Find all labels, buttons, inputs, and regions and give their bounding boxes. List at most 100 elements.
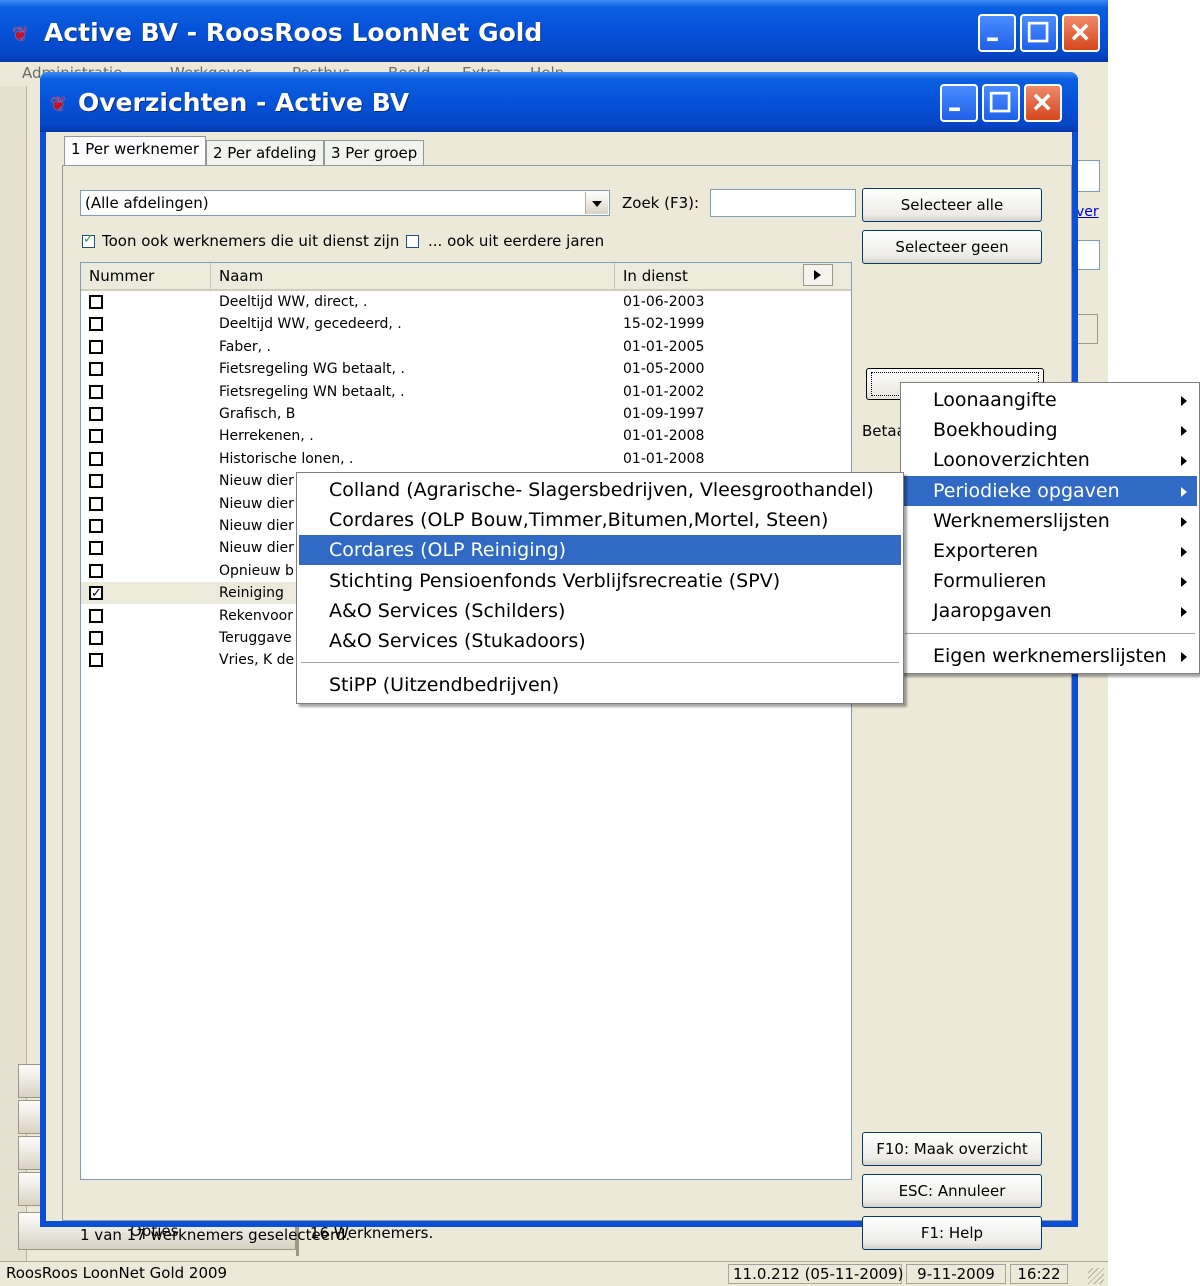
overview-menu-item[interactable]: Periodieke opgaven [903,475,1197,506]
status-time: 16:22 [1010,1264,1068,1284]
periodic-submenu-item[interactable]: A&O Services (Schilders) [299,596,901,626]
periodic-submenu-item[interactable]: Cordares (OLP Bouw,Timmer,Bitumen,Mortel… [299,505,901,535]
dialog-maximize-button[interactable] [982,84,1020,122]
tab-per-groep[interactable]: 3 Per groep [324,140,425,166]
make-overview-button[interactable]: F10: Maak overzicht [862,1132,1042,1166]
table-row[interactable]: Grafisch, B 01-09-1997 [81,403,851,425]
row-checkbox[interactable] [89,429,103,444]
department-select[interactable]: (Alle afdelingen) [80,190,610,216]
resize-grip[interactable] [1088,1268,1104,1284]
table-row[interactable]: Fietsregeling WN betaalt, . 01-01-2002 [81,381,851,403]
main-close-button[interactable] [1062,14,1100,52]
overview-menu-item-label: Loonaangifte [933,389,1057,411]
row-checkbox[interactable] [89,631,103,645]
employee-name: Fietsregeling WN betaalt, . [219,383,405,400]
help-button[interactable]: F1: Help [862,1216,1042,1250]
periodic-submenu-item[interactable]: Stichting Pensioenfonds Verblijfsrecreat… [299,566,901,596]
selection-status: 1 van 17 werknemers geselecteerd. [80,1226,351,1244]
table-row[interactable]: Historische lonen, . 01-01-2008 [81,448,851,470]
employee-in-dienst-date: 01-01-2005 [623,338,705,355]
overview-menu-item[interactable]: Eigen werknemerslijsten [903,641,1197,671]
status-version: 11.0.212 (05-11-2009) [728,1264,903,1284]
row-checkbox[interactable] [89,317,103,332]
employee-name: Deeltijd WW, direct, . [219,294,368,310]
select-none-button[interactable]: Selecteer geen [862,230,1042,264]
table-row[interactable]: Herrekenen, . 01-01-2008 [81,425,851,447]
dialog-title: Overzichten - Active BV [78,88,410,117]
row-checkbox[interactable] [89,496,103,511]
row-checkbox[interactable] [89,407,103,421]
dialog-title-bar[interactable]: ❦ Overzichten - Active BV [40,72,1078,132]
main-maximize-button[interactable] [1020,14,1058,52]
periodic-submenu-item[interactable]: Colland (Agrarische- Slagersbedrijven, V… [299,475,901,505]
previous-years-checkbox[interactable] [406,235,419,248]
periodic-submenu-item-label: Cordares (OLP Reiniging) [329,539,567,562]
column-header-in-dienst[interactable]: In dienst [615,263,803,289]
overview-menu-item[interactable]: Exporteren [903,536,1197,566]
submenu-arrow-icon [1181,651,1187,662]
search-input[interactable] [710,189,856,217]
employee-name: Nieuw dier [219,518,294,534]
overview-menu-item-label: Werknemerslijsten [933,509,1110,532]
row-checkbox[interactable] [89,608,103,623]
employee-name: Historische lonen, . [219,450,354,467]
row-checkbox[interactable] [89,295,103,309]
overview-menu-item[interactable]: Formulieren [903,566,1197,596]
tab-per-werknemer[interactable]: 1 Per werknemer [64,136,207,166]
row-checkbox[interactable] [89,362,103,377]
main-title-bar[interactable]: ❦ Active BV - RoosRoos LoonNet Gold [0,0,1108,62]
table-row[interactable]: Deeltijd WW, gecedeerd, . 15-02-1999 [81,313,851,335]
employee-in-dienst-date: 15-02-1999 [623,316,705,333]
row-checkbox[interactable] [89,519,103,533]
employee-name: Vries, K de [219,652,295,669]
background-field [1076,160,1100,192]
scroll-right-button[interactable] [803,264,833,286]
row-checkbox[interactable] [89,541,103,556]
employee-name: Grafisch, B [219,406,296,422]
dialog-close-button[interactable] [1024,84,1062,122]
row-checkbox[interactable] [89,384,103,399]
select-all-button[interactable]: Selecteer alle [862,188,1042,222]
table-row[interactable]: Faber, . 01-01-2005 [81,336,851,358]
row-checkbox[interactable] [89,563,103,578]
overview-menu-item[interactable]: Loonoverzichten [903,445,1197,475]
periodic-submenu-item[interactable]: A&O Services (Stukadoors) [299,626,901,656]
row-checkbox[interactable] [89,583,103,605]
background-link[interactable]: ver [1076,204,1099,220]
status-date: 9-11-2009 [906,1264,1006,1284]
column-header-naam[interactable]: Naam [211,263,615,289]
overview-menu-item[interactable]: Werknemerslijsten [903,506,1197,536]
employee-name: Rekenvoor [219,607,293,624]
overview-menu-item[interactable]: Loonaangifte [903,385,1197,415]
main-minimize-button[interactable] [978,14,1016,52]
app-logo-icon: ❦ [12,22,29,46]
table-row[interactable]: Fietsregeling WG betaalt, . 01-05-2000 [81,358,851,380]
overview-menu-item[interactable]: Boekhouding [903,415,1197,445]
periodic-submenu-item[interactable]: StiPP (Uitzendbedrijven) [299,670,901,700]
dialog-minimize-button[interactable] [940,84,978,122]
overview-menu-item-label: Loonoverzichten [933,449,1090,472]
row-checkbox[interactable] [89,451,103,466]
employee-in-dienst-date: 01-06-2003 [623,294,705,310]
minimize-icon [949,107,960,112]
row-checkbox[interactable] [89,474,103,489]
show-out-of-service-checkbox[interactable] [82,232,95,248]
overview-menu: Loonaangifte Boekhouding Loonoverzichten Pe… [900,382,1200,674]
overview-menu-item-label: Formulieren [933,570,1047,593]
maximize-icon [989,91,1011,113]
cancel-button[interactable]: ESC: Annuleer [862,1174,1042,1208]
employee-name: Herrekenen, . [219,428,314,445]
overview-menu-item[interactable]: Jaaropgaven [903,596,1197,626]
chevron-down-icon[interactable] [585,192,608,214]
overview-menu-item-label: Eigen werknemerslijsten [933,644,1167,667]
periodic-submenu-item[interactable]: Cordares (OLP Reiniging) [299,535,901,566]
periodic-submenu-item-label: A&O Services (Stukadoors) [329,630,586,652]
list-header: Nummer Naam In dienst [81,263,851,291]
column-header-nummer[interactable]: Nummer [81,263,211,289]
row-checkbox[interactable] [89,339,103,354]
employee-in-dienst-date: 01-01-2008 [623,428,705,445]
status-app-name: RoosRoos LoonNet Gold 2009 [6,1264,228,1282]
table-row[interactable]: Deeltijd WW, direct, . 01-06-2003 [81,291,851,313]
row-checkbox[interactable] [89,653,103,668]
tab-per-afdeling[interactable]: 2 Per afdeling [206,140,324,166]
